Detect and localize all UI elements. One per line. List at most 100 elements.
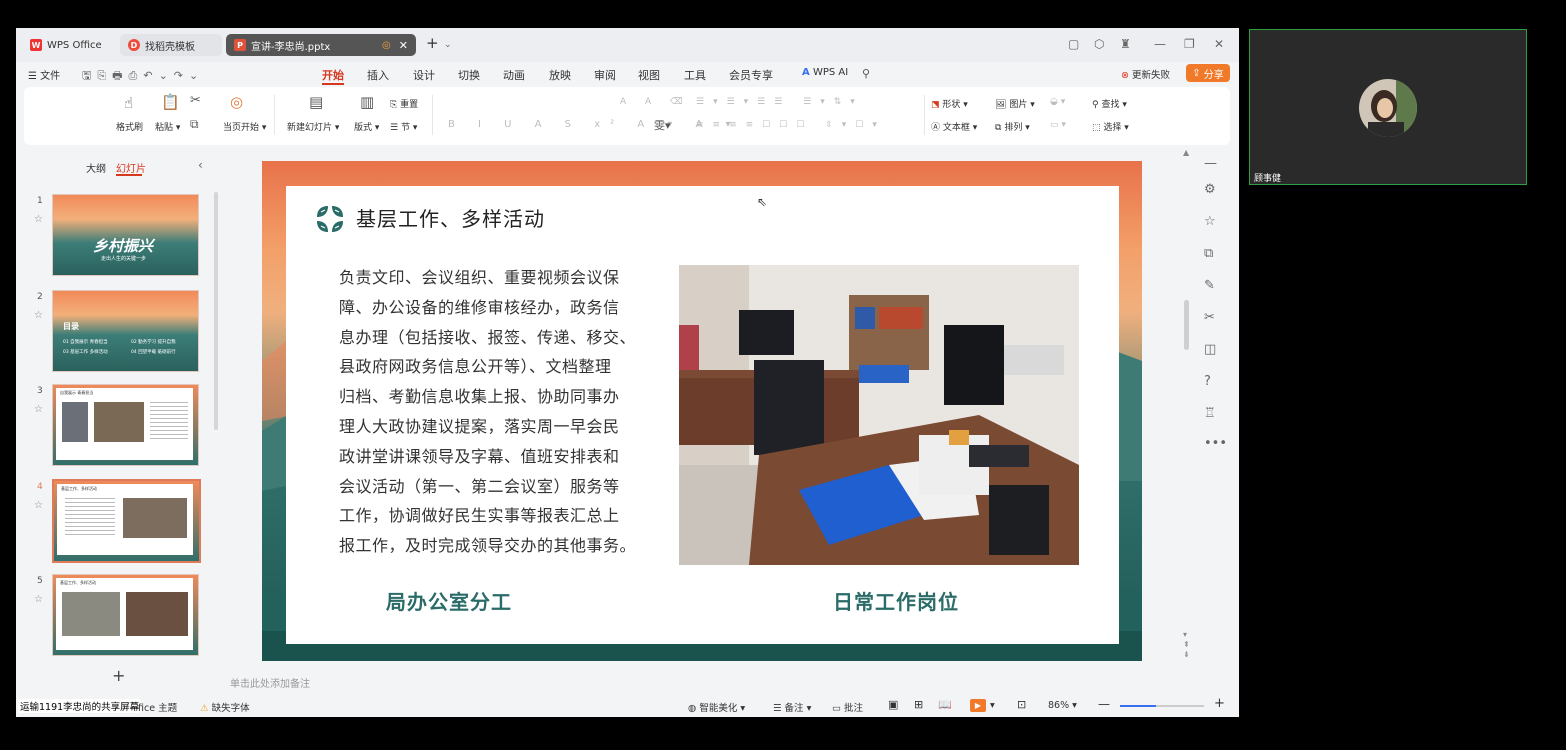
close-tab-icon[interactable]: ✕ [399,39,408,52]
restore-button[interactable]: ❐ [1184,37,1195,51]
adjust-icon[interactable]: ⚙ [1204,182,1216,197]
slide-body-text[interactable]: 负责文印、会议组织、重要视频会议保 障、办公设备的维修审核经办，政务信 息办理（… [339,263,659,561]
skin-icon[interactable]: ♜ [1120,37,1131,51]
theme-label[interactable]: fice 主题 [138,700,177,714]
font-size-controls[interactable]: A A ⌫ [620,97,691,107]
paste-button[interactable]: 粘贴 ▾ [155,120,180,133]
panel-scrollbar[interactable] [214,192,218,430]
format-painter-icon[interactable]: ☝ [124,94,133,112]
layout-button[interactable]: 版式 ▾ [354,120,379,133]
slide-thumbnail-3[interactable]: 自我展示 青春担当 [52,384,199,466]
alignment-controls[interactable]: ≡≡≡≡☐☐☐ ⇳▾☐▾ [696,120,886,130]
tab-pptx[interactable]: P 宣讲-李忠尚.pptx ◎ ✕ [226,34,416,56]
section-button[interactable]: ☰ 节 ▾ [390,120,417,133]
collapse-panel-icon[interactable]: ‹ [198,158,203,172]
tab-home[interactable]: 开始 [322,67,344,83]
find-button[interactable]: ⚲ 查找 ▾ [1092,97,1127,110]
search-icon[interactable]: ⚲ [862,67,870,80]
tab-outline[interactable]: 大纲 [86,160,106,175]
cut-icon[interactable]: ✂ [190,93,201,108]
tab-slides[interactable]: 幻灯片 [116,160,146,175]
new-slide-icon[interactable]: ▤ [309,93,323,111]
book-icon[interactable]: ◫ [1204,342,1216,357]
participant-video[interactable]: 顾事健 [1249,29,1527,185]
chevron-down-icon[interactable]: ⌄ [444,40,452,50]
tab-review[interactable]: 审阅 [594,67,616,83]
paragraph-list-controls[interactable]: ☰▾☰▾☰☰ ☰▾⇅▾ [696,97,864,107]
star-icon[interactable]: ☆ [1204,214,1216,229]
tab-insert[interactable]: 插入 [367,67,389,83]
caption-daily-post[interactable]: 日常工作岗位 [833,586,959,615]
office-photo[interactable] [679,265,1079,565]
play-icon[interactable]: ◎ [230,93,243,111]
paste-icon[interactable]: 📋 [161,93,180,111]
more-icon[interactable]: ••• [1204,436,1227,451]
share-button[interactable]: ⇪ 分享 [1186,64,1230,82]
slide-thumbnail-4[interactable]: 基层工作、多样活动 [52,479,201,563]
copy-icon[interactable]: ⧉ [190,117,199,132]
play-slideshow-button[interactable]: ▶ [970,699,986,712]
picture-button[interactable]: 🖼 图片 ▾ [995,97,1035,110]
reset-button[interactable]: ⎘ 重置 [390,97,418,110]
slide-thumbnail-2[interactable]: 目录 01 自我展示 青春担当 02 勤务学习 提升自我 03 基层工作 多样活… [52,290,199,372]
slide-scrollbar-thumb[interactable] [1184,300,1189,350]
textbox-button[interactable]: Ⓐ 文本框 ▾ [931,120,977,133]
tab-member[interactable]: 会员专享 [729,67,773,83]
cube-icon[interactable]: ⬡ [1094,37,1104,51]
scroll-up-icon[interactable]: ▲ [1183,148,1189,157]
tab-transition[interactable]: 切换 [458,67,480,83]
play-current-button[interactable]: 当页开始 ▾ [223,120,266,133]
star-icon[interactable]: ☆ [34,214,43,225]
text-effect-icon[interactable]: 雯▾ [654,117,671,133]
tab-slideshow[interactable]: 放映 [549,67,571,83]
new-slide-button[interactable]: 新建幻灯片 ▾ [287,120,339,133]
slide-canvas[interactable]: 基层工作、多样活动 负责文印、会议组织、重要视频会议保 障、办公设备的维修审核经… [262,161,1142,661]
slide-title[interactable]: 基层工作、多样活动 [356,203,545,232]
normal-view-icon[interactable]: ▣ [888,698,898,711]
format-painter-button[interactable]: 格式刷 [116,120,143,133]
chevron-down-icon[interactable]: ▾ [990,700,995,711]
wps-ai-button[interactable]: A WPS AI [802,67,848,78]
star-icon[interactable]: ☆ [34,500,43,511]
caption-office-duties[interactable]: 局办公室分工 [386,586,512,615]
slide-thumbnail-5[interactable]: 基层工作、多样活动 [52,574,199,656]
zoom-in-button[interactable]: + [1214,696,1225,711]
notes-placeholder[interactable]: 单击此处添加备注 [230,675,310,690]
add-slide-button[interactable]: + [112,666,125,685]
animation-icon[interactable]: ✎ [1204,278,1215,293]
minimize-button[interactable]: — [1154,37,1166,51]
help-icon[interactable]: ? [1204,374,1211,389]
comments-button[interactable]: ▭ 批注 [832,700,863,714]
star-icon[interactable]: ☆ [34,310,43,321]
tools-icon[interactable]: ✂ [1204,310,1215,325]
shirt-icon[interactable]: ♖ [1204,406,1216,421]
select-button[interactable]: ⬚ 选择 ▾ [1092,120,1129,133]
file-menu[interactable]: ☰ 文件 [28,67,60,82]
tab-design[interactable]: 设计 [413,67,435,83]
tab-template[interactable]: D 找稻壳模板 [120,34,222,56]
missing-font-button[interactable]: ⚠ 缺失字体 [200,700,250,714]
close-window-button[interactable]: ✕ [1214,37,1224,51]
star-icon[interactable]: ☆ [34,404,43,415]
tab-animation[interactable]: 动画 [503,67,525,83]
zoom-slider[interactable] [1120,705,1204,707]
fill-icon[interactable]: ◒ ▾ [1050,97,1065,107]
tab-wps-office[interactable]: W WPS Office [22,34,122,56]
arrange-button[interactable]: ⧉ 排列 ▾ [995,120,1030,133]
update-status[interactable]: ⊗ 更新失败 [1121,67,1170,81]
zoom-out-button[interactable]: — [1098,697,1110,711]
tab-tools[interactable]: 工具 [684,67,706,83]
copy-style-icon[interactable]: ⧉ [1204,246,1213,261]
notes-button[interactable]: ☰ 备注 ▾ [773,700,811,714]
new-tab-button[interactable]: + [426,34,439,52]
reading-view-icon[interactable]: 📖 [938,698,952,711]
tab-view[interactable]: 视图 [638,67,660,83]
slide-thumbnail-1[interactable]: 乡村振兴 走出人生的关键一步 [52,194,199,276]
page-nav-icon[interactable]: ▾ ⇞ ⇟ [1183,630,1190,660]
star-icon[interactable]: ☆ [34,594,43,605]
fit-window-icon[interactable]: ⊡ [1017,698,1026,711]
smart-beautify-button[interactable]: ◍ 智能美化 ▾ [688,700,745,714]
collapse-right-icon[interactable]: — [1204,156,1217,171]
zoom-level[interactable]: 86% ▾ [1048,700,1077,711]
sorter-view-icon[interactable]: ⊞ [914,698,923,711]
